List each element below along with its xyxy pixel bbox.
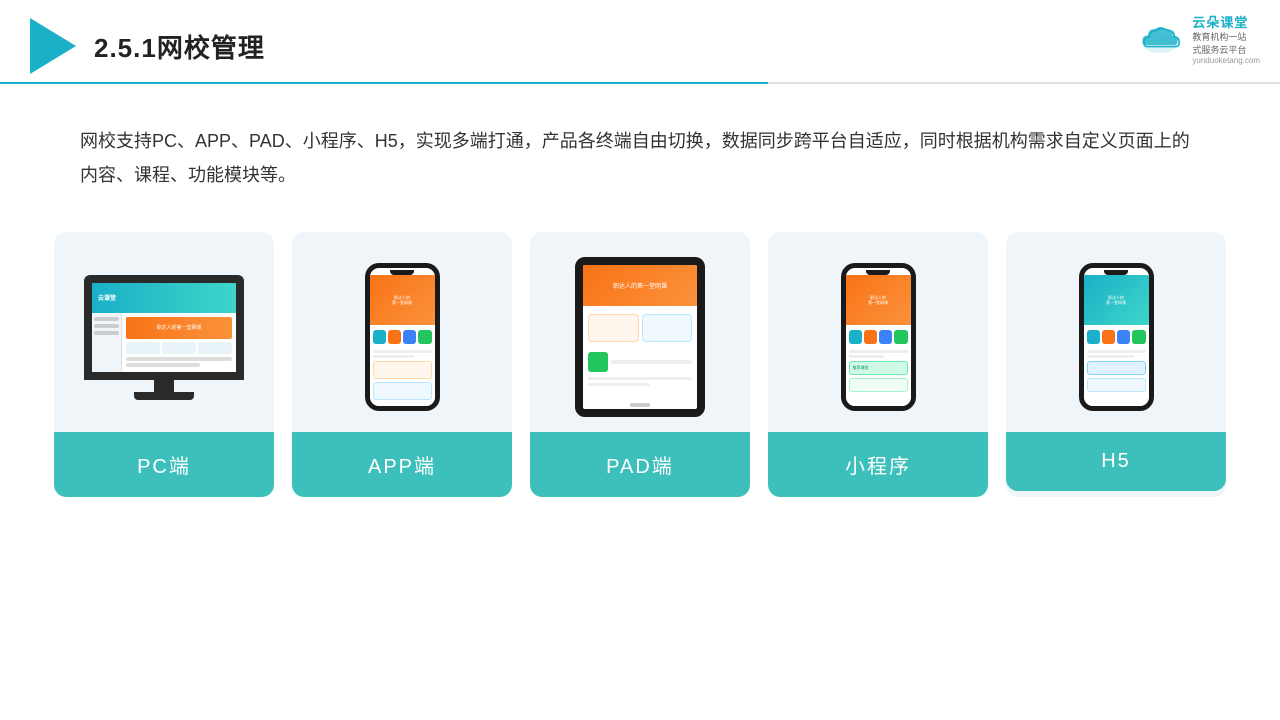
- brand-tagline: 教育机构一站式服务云平台: [1192, 31, 1246, 56]
- card-miniprogram-label: 小程序: [768, 432, 988, 497]
- brand-logo: 云朵课堂 教育机构一站式服务云平台 yunduoketang.com: [1136, 12, 1260, 65]
- logo-triangle-icon: [30, 18, 76, 74]
- card-miniprogram: 职达人的第一堂网课 推荐课程: [768, 232, 988, 497]
- pad-tablet-icon: 职达人的第一堂网课: [575, 257, 705, 417]
- card-app-image: 职达人的第一堂网课: [292, 232, 512, 432]
- miniprogram-phone-icon: 职达人的第一堂网课 推荐课程: [841, 263, 916, 411]
- card-pc-image: 云课堂 职达人的第一堂网课: [54, 232, 274, 432]
- header: 2.5.1网校管理 云朵课堂 教育机构一站式服务云平台 yunduoketang…: [0, 0, 1280, 74]
- card-pc: 云课堂 职达人的第一堂网课: [54, 232, 274, 497]
- brand-text: 云朵课堂 教育机构一站式服务云平台 yunduoketang.com: [1192, 12, 1260, 65]
- description-text: 网校支持PC、APP、PAD、小程序、H5，实现多端打通，产品各终端自由切换，数…: [80, 124, 1200, 192]
- brand-cloud-icon: [1136, 21, 1184, 57]
- card-app-label: APP端: [292, 432, 512, 497]
- pc-monitor-icon: 云课堂 职达人的第一堂网课: [84, 275, 244, 400]
- card-pad: 职达人的第一堂网课 P: [530, 232, 750, 497]
- card-pad-image: 职达人的第一堂网课: [530, 232, 750, 432]
- brand-name: 云朵课堂: [1192, 12, 1248, 31]
- card-miniprogram-image: 职达人的第一堂网课 推荐课程: [768, 232, 988, 432]
- app-phone-icon: 职达人的第一堂网课: [365, 263, 440, 411]
- card-pc-label: PC端: [54, 432, 274, 497]
- platform-cards: 云课堂 职达人的第一堂网课: [50, 232, 1230, 497]
- card-h5: 职达人的第一堂网课: [1006, 232, 1226, 497]
- brand-url: yunduoketang.com: [1192, 56, 1260, 65]
- header-divider: [0, 82, 1280, 84]
- card-app: 职达人的第一堂网课: [292, 232, 512, 497]
- h5-phone-icon: 职达人的第一堂网课: [1079, 263, 1154, 411]
- card-h5-label: H5: [1006, 432, 1226, 491]
- card-pad-label: PAD端: [530, 432, 750, 497]
- card-h5-image: 职达人的第一堂网课: [1006, 232, 1226, 432]
- page-title: 2.5.1网校管理: [94, 28, 265, 65]
